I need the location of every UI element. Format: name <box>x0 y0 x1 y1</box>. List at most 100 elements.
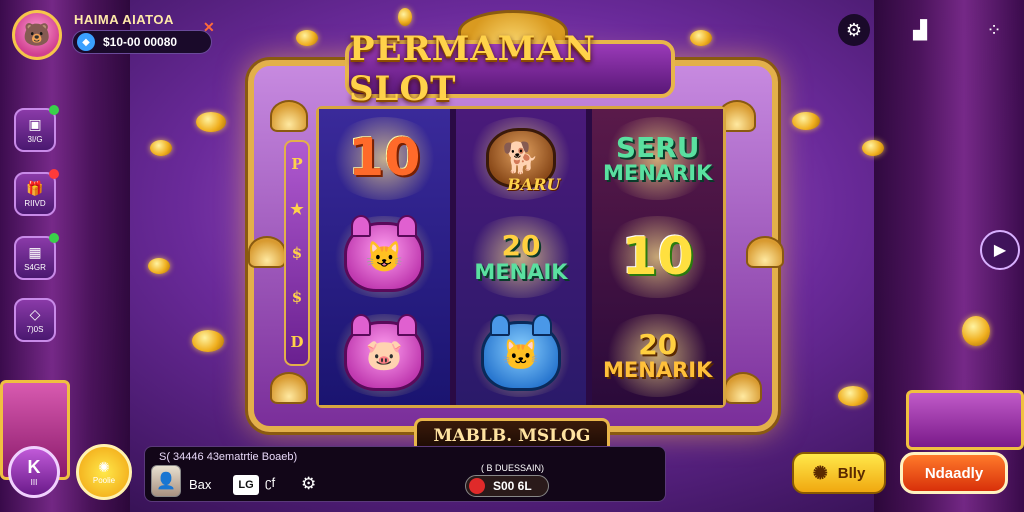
coin-decoration <box>148 258 170 274</box>
coin-decoration <box>196 112 226 132</box>
tag-icon: ◇ <box>29 306 41 322</box>
coin-decoration <box>962 316 990 346</box>
home-button[interactable]: K III <box>8 446 60 498</box>
badge-dot <box>49 169 59 179</box>
badge-dot <box>49 105 59 115</box>
spin-button[interactable]: ✺ Blly <box>792 452 886 494</box>
symbol-label: BARU <box>507 174 561 194</box>
auto-play-label: Ndaadly <box>924 464 984 482</box>
reel-symbol: 🐕 BARU <box>456 109 587 208</box>
gear-icon[interactable]: ⚙ <box>301 474 316 494</box>
side-button-trophy[interactable]: ▦ S4GR <box>14 233 59 280</box>
word-symbol: 20 MENAIK <box>474 229 568 284</box>
side-button-tag[interactable]: ◇ 7)0S <box>14 298 56 342</box>
ear <box>351 313 372 336</box>
strip-symbol: $ <box>291 288 303 307</box>
coin-decoration <box>398 8 412 26</box>
reel-symbol: 10 <box>592 208 723 307</box>
lg-button[interactable]: LG <box>233 475 259 495</box>
ear <box>490 313 510 336</box>
side-button-wallet[interactable]: ▣ 3I/G <box>14 105 59 152</box>
reel-symbol: 20 MENAIK <box>456 208 587 307</box>
coin-decoration <box>862 140 884 156</box>
shell-ornament <box>270 100 308 132</box>
coin-decoration <box>192 330 224 352</box>
side-button-label: S4GR <box>24 263 46 272</box>
bar-box-label[interactable]: Bax <box>189 477 211 492</box>
symbol-number: 20 <box>501 229 541 263</box>
nameplate-text: MABLB. MSLOG <box>433 426 591 446</box>
shell-ornament <box>248 236 286 268</box>
coin-decoration <box>296 30 318 46</box>
win-label: ( B DUESSAIN) <box>481 463 545 473</box>
bonus-button[interactable]: ✺ Poolie <box>76 444 132 500</box>
symbol-number: 20 <box>638 327 678 361</box>
next-arrow-button[interactable]: ▶ <box>980 230 1020 270</box>
balance-display[interactable]: ◆ $10-00 00080 <box>72 30 212 54</box>
side-button-gift[interactable]: 🎁 RIIVD <box>14 169 59 216</box>
badge-dot <box>49 233 59 243</box>
gift-icon: 🎁 <box>26 180 44 196</box>
coin-decoration <box>690 30 712 46</box>
game-title: PERMAMAN SLOT <box>349 29 596 109</box>
balance-value: $10-00 00080 <box>103 35 178 49</box>
leaderboard-icon[interactable]: ▟ <box>904 14 936 46</box>
k-icon: K <box>27 457 41 477</box>
settings-gear-icon[interactable]: ⚙ <box>838 14 870 46</box>
symbol-number: SERU <box>615 130 700 164</box>
diamond-icon: ◆ <box>77 33 95 51</box>
reel-symbol: 20 MENARIK <box>592 306 723 405</box>
word-symbol: 20 MENARIK <box>603 327 713 383</box>
reel-2: 🐕 BARU 20 MENAIK 🐱 <box>455 109 587 405</box>
bottom-info-bar: S( 34446 43ematrtie Boaeb) 👤 Bax LG ʗf ⚙… <box>144 446 666 502</box>
symbol-word: MENARIK <box>603 358 713 383</box>
bar-info-text: S( 34446 43ematrtie Boaeb) <box>159 451 298 463</box>
pink-bear-symbol: 😺 <box>344 215 425 292</box>
ear <box>351 215 372 237</box>
coin-decoration <box>150 140 172 156</box>
player-avatar[interactable]: 🐻 <box>12 10 62 60</box>
reel-symbol: 😺 <box>319 208 450 307</box>
home-button-label: III <box>30 478 38 487</box>
auto-play-button[interactable]: Ndaadly <box>900 452 1008 494</box>
player-name: HAIMA AIATOA <box>74 12 174 27</box>
title-plate: PERMAMAN SLOT <box>345 29 675 109</box>
cf-label[interactable]: ʗf <box>265 475 275 490</box>
user-portrait[interactable]: 👤 <box>151 465 181 497</box>
bonus-button-label: Poolie <box>92 476 116 485</box>
chip-icon <box>469 478 485 494</box>
strip-symbol: D <box>290 332 304 351</box>
side-button-label: 7)0S <box>26 325 44 334</box>
sun-icon: ✺ <box>98 459 110 475</box>
reels-window[interactable]: 10 😺 🐷 🐕 BARU 20 MENAIK 🐱 SERU MENARIK 1… <box>316 106 726 408</box>
side-button-label: 3I/G <box>27 135 43 144</box>
gift-box-decoration <box>906 390 1024 450</box>
win-value: S00 6L <box>493 479 532 493</box>
symbol-word: MENARIK <box>603 161 713 185</box>
word-symbol: SERU MENARIK <box>603 130 713 185</box>
number-symbol: 10 <box>348 128 421 189</box>
side-button-label: RIIVD <box>24 199 46 208</box>
reel-3: SERU MENARIK 10 20 MENARIK <box>592 109 724 405</box>
symbol-word: MENAIK <box>474 259 568 284</box>
win-display: S00 6L <box>465 475 549 497</box>
ear <box>397 313 418 336</box>
strip-symbol: P <box>291 155 303 174</box>
sun-icon: ✺ <box>812 462 828 483</box>
strip-symbol: $ <box>291 243 303 262</box>
ear <box>397 215 418 237</box>
reel-symbol: SERU MENARIK <box>592 109 723 208</box>
trophy-icon: ▦ <box>28 244 42 260</box>
reel-1: 10 😺 🐷 <box>319 109 450 405</box>
pink-bear-symbol: 🐷 <box>344 313 425 391</box>
shell-ornament <box>746 236 784 268</box>
strip-symbol: ★ <box>290 199 304 218</box>
ear <box>532 313 552 336</box>
coin-decoration <box>838 386 868 406</box>
reel-symbol: 10 <box>319 109 450 208</box>
shell-ornament <box>724 372 762 404</box>
menu-grid-icon[interactable]: ⁘ <box>978 14 1010 46</box>
reel-symbol: 🐱 <box>456 306 587 405</box>
wallet-icon: ▣ <box>28 116 42 132</box>
coin-decoration <box>792 112 820 130</box>
